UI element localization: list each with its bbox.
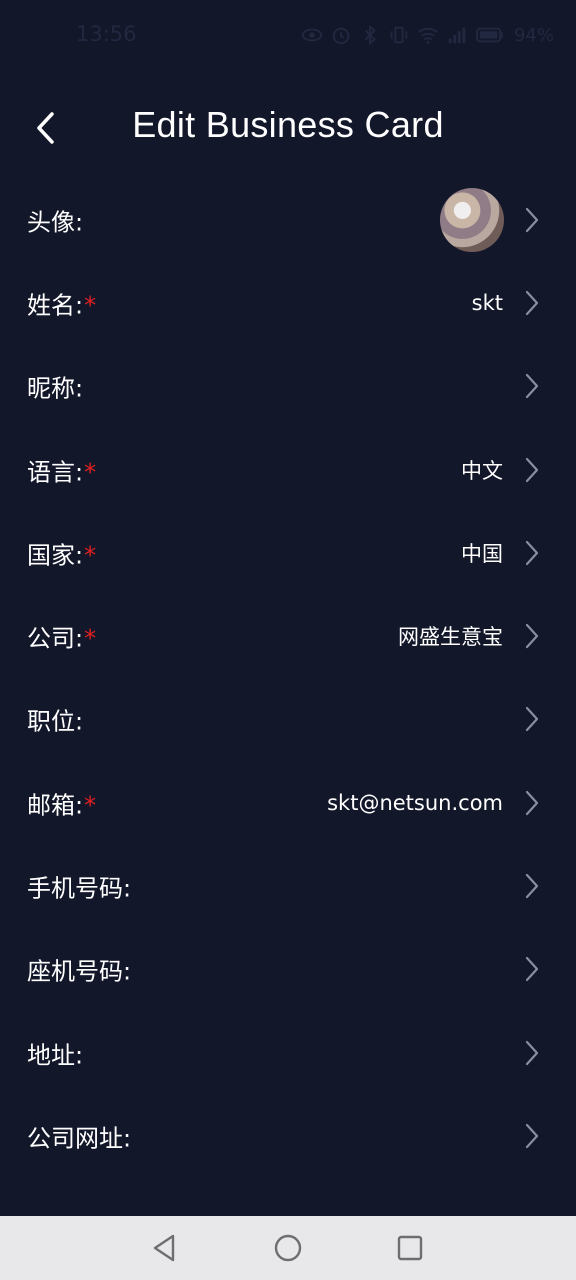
row-label: 国家:* [27, 541, 97, 570]
row-avatar[interactable]: 头像: [0, 178, 576, 261]
chevron-right-icon [525, 790, 539, 815]
vibrate-icon [390, 26, 408, 44]
back-triangle-icon [153, 1234, 175, 1262]
row-country[interactable]: 国家:* 中国 [0, 511, 576, 594]
row-language[interactable]: 语言:* 中文 [0, 428, 576, 511]
form-list: 头像: 姓名:* skt 昵称: 语言:* 中文 国家:* 中国 公司:* 网盛… [0, 178, 576, 1178]
required-mark: * [84, 541, 97, 570]
required-mark: * [84, 291, 97, 320]
chevron-right-icon [525, 957, 539, 982]
required-mark: * [84, 624, 97, 653]
home-circle-icon [274, 1234, 302, 1262]
nav-back-button[interactable] [145, 1228, 185, 1268]
bluetooth-icon [364, 24, 376, 46]
status-bar: 13:56 94% [0, 0, 576, 70]
chevron-right-icon [525, 873, 539, 899]
chevron-right-icon [525, 457, 539, 482]
row-value: skt@netsun.com [327, 790, 503, 815]
eye-icon [301, 28, 323, 42]
chevron-right-icon [525, 1040, 539, 1065]
required-mark: * [84, 791, 97, 820]
row-email[interactable]: 邮箱:* skt@netsun.com [0, 761, 576, 844]
row-landline[interactable]: 座机号码: [0, 928, 576, 1011]
row-company-website[interactable]: 公司网址: [0, 1094, 576, 1177]
page-title: Edit Business Card [132, 104, 444, 145]
row-label: 公司网址: [27, 1124, 132, 1153]
row-value: 网盛生意宝 [398, 625, 503, 650]
row-label: 职位: [27, 707, 84, 736]
battery-percent: 94% [513, 24, 554, 46]
row-label: 邮箱:* [27, 791, 97, 820]
row-label: 头像: [27, 208, 84, 237]
header: Edit Business Card [0, 96, 576, 162]
row-label: 座机号码: [27, 957, 132, 986]
nav-home-button[interactable] [268, 1228, 308, 1268]
row-label: 手机号码: [27, 874, 132, 903]
row-label: 姓名:* [27, 291, 97, 320]
row-label: 公司:* [27, 624, 97, 653]
chevron-right-icon [525, 290, 539, 316]
status-time: 13:56 [76, 22, 137, 46]
row-address[interactable]: 地址: [0, 1011, 576, 1094]
required-mark: * [84, 458, 97, 487]
recents-square-icon [397, 1235, 423, 1261]
chevron-right-icon [525, 207, 539, 232]
row-name[interactable]: 姓名:* skt [0, 261, 576, 344]
chevron-right-icon [525, 374, 539, 399]
chevron-right-icon [525, 540, 539, 565]
row-value: skt [471, 290, 503, 315]
row-company[interactable]: 公司:* 网盛生意宝 [0, 594, 576, 677]
chevron-right-icon [525, 1123, 539, 1149]
row-mobile[interactable]: 手机号码: [0, 844, 576, 927]
nav-recents-button[interactable] [390, 1228, 430, 1268]
system-nav-bar [0, 1216, 576, 1280]
avatar[interactable] [440, 187, 504, 252]
row-label: 昵称: [27, 374, 84, 403]
signal-icon [448, 27, 466, 44]
battery-icon [476, 27, 503, 43]
chevron-right-icon [525, 707, 539, 732]
row-value: 中国 [461, 541, 503, 566]
wifi-icon [418, 27, 438, 44]
row-label: 语言:* [27, 458, 97, 487]
screen: 13:56 94% Edit Business Card 头像: 姓名:* sk… [0, 0, 576, 1280]
row-nickname[interactable]: 昵称: [0, 345, 576, 428]
row-label: 地址: [27, 1041, 84, 1070]
chevron-right-icon [525, 624, 539, 649]
row-position[interactable]: 职位: [0, 678, 576, 761]
alarm-icon [332, 27, 350, 45]
status-icons: 94% [301, 22, 554, 48]
row-value: 中文 [461, 458, 503, 483]
